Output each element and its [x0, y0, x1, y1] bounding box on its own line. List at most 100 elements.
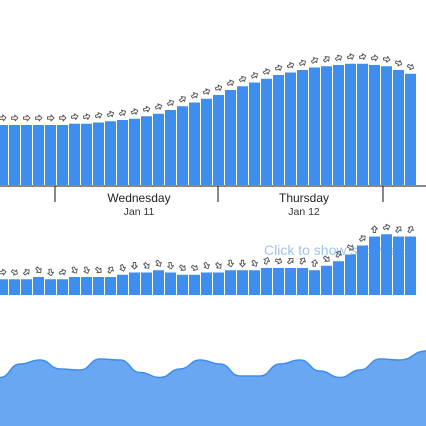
surf-forecast-chart: Wednesday Jan 11 Thursday Jan 12 Click t…: [0, 53, 426, 426]
arrow-right-icon: [106, 110, 115, 118]
arrow-right-icon: [178, 264, 186, 271]
swell-bar[interactable]: [189, 102, 200, 186]
swell-bar[interactable]: [381, 234, 392, 295]
swell-bar[interactable]: [345, 254, 356, 296]
swell-bar[interactable]: [69, 277, 80, 295]
arrow-right-icon: [311, 259, 318, 267]
swell-bar[interactable]: [33, 125, 44, 185]
swell-bar[interactable]: [285, 72, 296, 186]
arrow-right-icon: [298, 59, 306, 66]
arrow-right-icon: [22, 269, 30, 276]
swell-bar[interactable]: [297, 268, 308, 295]
swell-bar[interactable]: [45, 279, 56, 295]
swell-bar[interactable]: [213, 272, 224, 296]
swell-bar[interactable]: [129, 272, 140, 296]
swell-bar[interactable]: [105, 277, 116, 295]
swell-bar[interactable]: [33, 277, 44, 295]
swell-bar[interactable]: [405, 236, 416, 296]
swell-bar[interactable]: [117, 274, 128, 295]
arrow-right-icon: [35, 114, 43, 122]
arrow-right-icon: [214, 84, 223, 92]
arrow-right-icon: [274, 64, 283, 72]
arrow-right-icon: [251, 259, 258, 267]
swell-bar[interactable]: [153, 113, 164, 185]
swell-bar[interactable]: [9, 125, 20, 185]
arrow-right-icon: [47, 268, 54, 277]
swell-bar[interactable]: [249, 82, 260, 186]
arrow-right-icon: [250, 72, 258, 79]
swell-bar[interactable]: [129, 118, 140, 185]
swell-bar[interactable]: [21, 125, 32, 185]
swell-bar[interactable]: [273, 268, 284, 295]
swell-bar[interactable]: [333, 261, 344, 295]
swell-bar[interactable]: [141, 272, 152, 296]
arrow-right-icon: [143, 261, 150, 269]
swell-bar[interactable]: [81, 123, 92, 185]
swell-bar[interactable]: [165, 272, 176, 296]
swell-bar[interactable]: [321, 265, 332, 295]
swell-bar[interactable]: [369, 65, 380, 185]
swell-bar[interactable]: [213, 95, 224, 185]
arrow-right-icon: [202, 88, 211, 95]
swell-bar[interactable]: [237, 270, 248, 295]
swell-bar[interactable]: [189, 274, 200, 295]
swell-bar[interactable]: [141, 116, 152, 185]
swell-bar[interactable]: [393, 70, 404, 185]
swell-bar[interactable]: [117, 120, 128, 185]
swell-bar[interactable]: [93, 122, 104, 186]
arrow-right-icon: [142, 105, 151, 113]
swell-bar[interactable]: [69, 123, 80, 185]
swell-bar[interactable]: [57, 279, 68, 295]
arrow-right-icon: [58, 268, 67, 276]
swell-bar[interactable]: [333, 65, 344, 185]
arrow-right-icon: [59, 114, 67, 122]
arrow-right-icon: [118, 109, 127, 116]
swell-bar[interactable]: [0, 125, 8, 185]
swell-bar[interactable]: [309, 270, 320, 295]
swell-bar[interactable]: [357, 245, 368, 296]
swell-bar[interactable]: [201, 272, 212, 296]
arrow-right-icon: [94, 266, 102, 274]
swell-bar[interactable]: [153, 270, 164, 295]
swell-bar[interactable]: [345, 63, 356, 185]
swell-bar[interactable]: [45, 125, 56, 185]
swell-bar[interactable]: [381, 66, 392, 185]
swell-bar[interactable]: [177, 106, 188, 185]
swell-bar[interactable]: [285, 268, 296, 295]
swell-bar[interactable]: [81, 277, 92, 295]
primary-swell-bars: [0, 63, 416, 186]
swell-bar[interactable]: [93, 277, 104, 295]
swell-bar[interactable]: [369, 236, 380, 296]
swell-bar[interactable]: [177, 274, 188, 295]
swell-bar[interactable]: [405, 73, 416, 185]
arrow-right-icon: [334, 54, 342, 61]
swell-bar[interactable]: [261, 78, 272, 185]
swell-bar[interactable]: [321, 66, 332, 185]
swell-bar[interactable]: [297, 70, 308, 185]
swell-bar[interactable]: [57, 125, 68, 185]
swell-bar[interactable]: [9, 279, 20, 295]
swell-bar[interactable]: [105, 121, 116, 185]
swell-bar[interactable]: [225, 270, 236, 295]
arrow-right-icon: [154, 103, 163, 110]
swell-bar[interactable]: [249, 270, 260, 295]
arrow-right-icon: [71, 266, 78, 274]
swell-bar[interactable]: [393, 236, 404, 296]
arrow-right-icon: [83, 266, 90, 274]
day-label-wednesday: Wednesday: [107, 191, 170, 205]
swell-bar[interactable]: [261, 268, 272, 295]
swell-bar[interactable]: [357, 63, 368, 185]
swell-bar[interactable]: [273, 75, 284, 185]
swell-bar[interactable]: [237, 86, 248, 185]
swell-bar[interactable]: [165, 110, 176, 185]
arrow-right-icon: [70, 113, 79, 121]
swell-bar[interactable]: [225, 90, 236, 185]
swell-bar[interactable]: [0, 279, 8, 295]
swell-bar[interactable]: [201, 98, 212, 185]
swell-bar[interactable]: [21, 279, 32, 295]
arrow-right-icon: [370, 54, 379, 62]
arrow-right-icon: [107, 266, 114, 274]
arrow-right-icon: [262, 68, 271, 75]
arrow-right-icon: [131, 262, 138, 270]
swell-bar[interactable]: [309, 67, 320, 186]
